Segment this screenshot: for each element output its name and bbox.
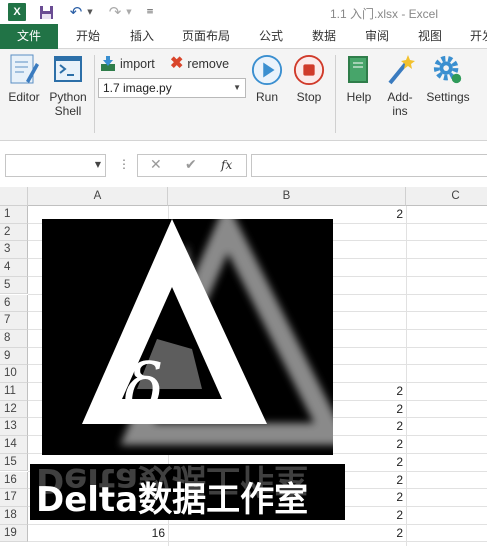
- tab-home[interactable]: 开始: [76, 24, 100, 49]
- title-bar: X ↶ ▼ ↷ ▼ ≡ 1.1 入门.xlsx - Excel: [0, 0, 487, 24]
- run-button[interactable]: Run: [249, 53, 285, 104]
- delta-logo-graphic: δ: [42, 219, 333, 455]
- delta-logo-picture[interactable]: δ: [42, 219, 333, 455]
- tab-page-layout[interactable]: 页面布局: [182, 24, 230, 49]
- tab-data[interactable]: 数据: [312, 24, 336, 49]
- python-shell-label-1: Python: [49, 90, 87, 104]
- terminal-icon: [52, 53, 84, 87]
- run-label: Run: [255, 90, 278, 104]
- banner-reflection: Delta数据工作室: [36, 464, 309, 500]
- import-button[interactable]: import: [100, 55, 155, 73]
- customize-toolbar-icon[interactable]: ≡: [144, 3, 156, 21]
- settings-label: Settings: [426, 90, 470, 104]
- gear-icon: [432, 53, 464, 87]
- formula-input[interactable]: [251, 154, 487, 177]
- undo-dropdown-icon[interactable]: ▼: [86, 3, 94, 21]
- ribbon-tabs: 文件 开始 插入 页面布局 公式 数据 审阅 视图 开发: [0, 24, 487, 49]
- cell-b19[interactable]: 2: [168, 525, 403, 542]
- tab-developer[interactable]: 开发: [470, 24, 487, 49]
- column-divider: [406, 206, 407, 546]
- column-header-a[interactable]: A: [28, 187, 168, 206]
- formula-bar: ▼ ⋮ ✕ ✔ fx: [0, 141, 487, 185]
- script-select[interactable]: 1.7 image.py ▼: [98, 78, 246, 98]
- excel-icon: X: [8, 3, 26, 21]
- cell-a19[interactable]: 16: [28, 525, 165, 542]
- import-label: import: [120, 57, 155, 71]
- editor-button[interactable]: Editor: [5, 53, 43, 104]
- row-header[interactable]: 5: [0, 276, 28, 295]
- script-select-value: 1.7 image.py: [103, 81, 172, 95]
- row-header[interactable]: 12: [0, 400, 28, 419]
- enter-icon[interactable]: ✔: [185, 157, 197, 173]
- redo-dropdown-icon[interactable]: ▼: [125, 3, 133, 21]
- tab-insert[interactable]: 插入: [130, 24, 154, 49]
- row-header[interactable]: 14: [0, 436, 28, 454]
- addins-label-1: Add-: [387, 90, 413, 104]
- ribbon-separator: [94, 55, 95, 133]
- stop-label: Stop: [296, 90, 322, 104]
- help-button[interactable]: Help: [342, 53, 376, 104]
- insert-function-icon[interactable]: fx: [221, 158, 232, 172]
- row-header[interactable]: 19: [0, 524, 28, 543]
- row-header[interactable]: 2: [0, 223, 28, 242]
- row-header[interactable]: 9: [0, 347, 28, 366]
- addins-button[interactable]: Add- ins: [382, 53, 418, 118]
- row-header[interactable]: 4: [0, 259, 28, 277]
- wand-icon: [384, 53, 416, 87]
- column-header-c[interactable]: C: [406, 187, 487, 206]
- row-header[interactable]: 16: [0, 471, 28, 490]
- save-icon[interactable]: [37, 3, 55, 21]
- row-header[interactable]: 3: [0, 241, 28, 260]
- row-header[interactable]: 13: [0, 418, 28, 437]
- name-box[interactable]: ▼: [5, 154, 106, 177]
- row-header[interactable]: 8: [0, 329, 28, 348]
- tab-view[interactable]: 视图: [418, 24, 442, 49]
- remove-label: remove: [187, 57, 230, 71]
- ribbon: Editor Python Shell import ✖ remove 1.7 …: [0, 49, 487, 141]
- row-header[interactable]: 17: [0, 489, 28, 507]
- row-header[interactable]: 6: [0, 294, 28, 313]
- cancel-icon[interactable]: ✕: [150, 157, 162, 173]
- delta-symbol: δ: [124, 350, 164, 427]
- row-header[interactable]: 1: [0, 206, 28, 224]
- remove-icon: ✖: [170, 55, 184, 72]
- row-header[interactable]: 11: [0, 383, 28, 401]
- chevron-down-icon[interactable]: ▼: [95, 160, 101, 169]
- stop-button[interactable]: Stop: [290, 53, 328, 104]
- drag-handle-icon[interactable]: ⋮: [118, 157, 130, 171]
- editor-label: Editor: [8, 90, 40, 104]
- play-icon: [251, 53, 283, 87]
- row-header[interactable]: 10: [0, 365, 28, 383]
- help-label: Help: [346, 90, 372, 104]
- row-header[interactable]: 18: [0, 506, 28, 525]
- remove-button[interactable]: ✖ remove: [170, 55, 229, 73]
- settings-button[interactable]: Settings: [423, 53, 473, 104]
- python-shell-button[interactable]: Python Shell: [47, 53, 89, 118]
- window-title: 1.1 入门.xlsx - Excel: [330, 7, 439, 21]
- tab-formulas[interactable]: 公式: [259, 24, 283, 49]
- tab-review[interactable]: 审阅: [365, 24, 389, 49]
- row-header[interactable]: 15: [0, 453, 28, 472]
- python-shell-label-2: Shell: [54, 104, 82, 118]
- row-header[interactable]: 7: [0, 312, 28, 330]
- formula-buttons: ✕ ✔ fx: [137, 154, 247, 177]
- delta-banner-picture[interactable]: Delta数据工作室 Delta数据工作室: [30, 464, 345, 520]
- tab-file[interactable]: 文件: [0, 24, 58, 49]
- stop-icon: [293, 53, 325, 87]
- book-icon: [343, 53, 375, 87]
- editor-icon: [8, 53, 40, 87]
- column-header-b[interactable]: B: [168, 187, 406, 206]
- import-icon: [101, 56, 115, 71]
- redo-icon[interactable]: ↷: [106, 3, 124, 21]
- ribbon-separator: [335, 55, 336, 133]
- addins-label-2: ins: [392, 104, 408, 118]
- undo-icon[interactable]: ↶: [67, 3, 85, 21]
- chevron-down-icon: ▼: [233, 83, 241, 92]
- select-all-corner[interactable]: [0, 187, 28, 206]
